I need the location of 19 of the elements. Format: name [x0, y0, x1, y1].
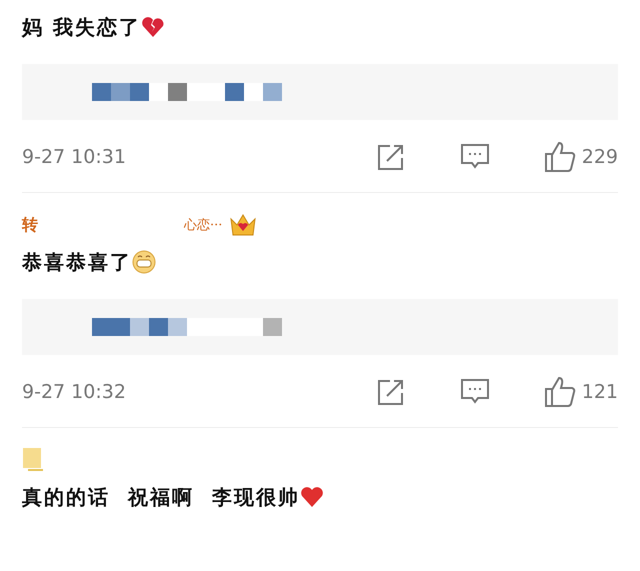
note-icon [22, 447, 44, 473]
broken-heart-icon [140, 16, 165, 38]
grin-icon [132, 250, 156, 274]
user-name[interactable]: 转 [22, 214, 38, 236]
comment-text: 妈 我失恋了 [22, 14, 141, 40]
heart-icon [300, 486, 324, 508]
timestamp: 9-27 10:31 [22, 146, 127, 168]
share-icon[interactable] [376, 378, 406, 406]
like-count: 229 [582, 146, 618, 168]
share-icon[interactable] [376, 143, 406, 171]
timestamp: 9-27 10:32 [22, 381, 127, 403]
comment-icon[interactable] [460, 143, 490, 171]
comment-text: 真的的话 祝福啊 李现很帅 [22, 484, 300, 510]
like-icon[interactable] [544, 141, 576, 173]
comment-text: 恭喜恭喜了 [22, 248, 132, 276]
user-name-suffix: 心恋··· [184, 217, 222, 234]
like-count: 121 [582, 381, 618, 403]
comment-icon[interactable] [460, 378, 490, 406]
like-icon[interactable] [544, 376, 576, 408]
